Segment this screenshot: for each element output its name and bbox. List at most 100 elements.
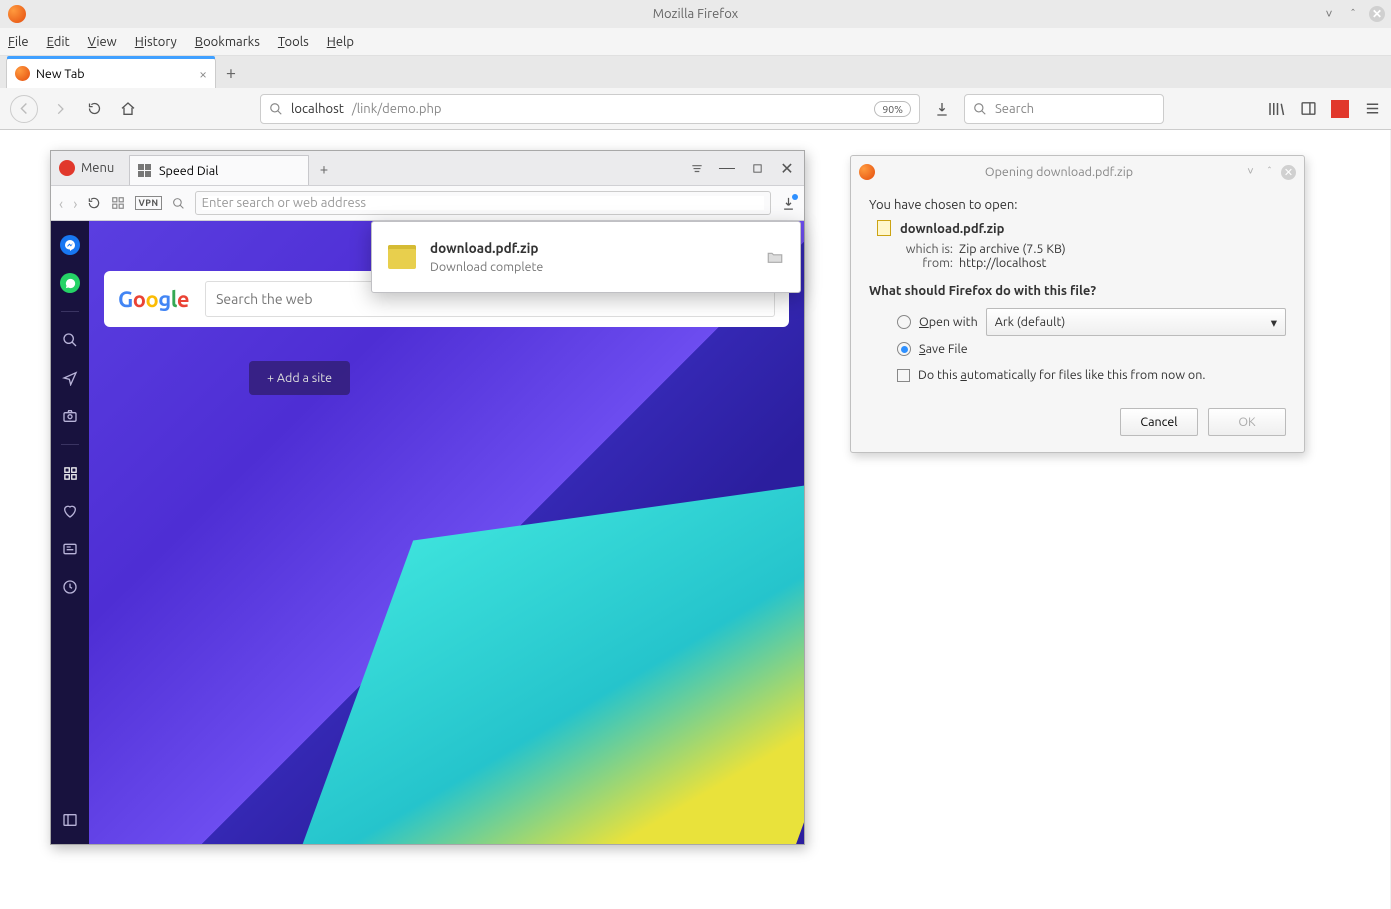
opera-new-tab-button[interactable]: + [309,160,339,177]
snapshot-icon[interactable] [60,406,80,426]
firefox-icon [15,66,30,81]
opera-back-button[interactable]: ‹ [59,195,63,212]
bookmarks-heart-icon[interactable] [60,501,80,521]
dialog-minimize-icon[interactable]: ˅ [1243,165,1258,180]
opera-menu-button[interactable]: Menu [51,151,129,185]
chevron-down-icon: ▾ [1271,315,1277,330]
dialog-titlebar: Opening download.pdf.zip ˅ ˆ ✕ [851,156,1304,188]
menu-file[interactable]: File [8,35,29,49]
opera-downloads-button[interactable] [781,196,796,211]
auto-checkbox[interactable] [897,369,910,382]
opera-tab-label: Speed Dial [159,164,218,178]
messenger-icon[interactable] [60,235,80,255]
menu-edit[interactable]: Edit [47,35,70,49]
opera-close-icon[interactable]: ✕ [776,157,798,179]
auto-label: Do this automatically for files like thi… [918,368,1205,382]
dialog-filename: download.pdf.zip [900,222,1004,236]
search-icon [269,102,283,116]
hamburger-menu-icon[interactable] [1363,100,1381,118]
window-title: Mozilla Firefox [653,7,739,21]
window-maximize-icon[interactable]: ˆ [1345,6,1361,22]
opera-speed-dial: Google + Add a site [89,221,804,844]
vpn-badge[interactable]: VPN [135,196,161,210]
opera-address-bar: ‹ › VPN [51,185,804,221]
speed-dial-icon[interactable] [60,463,80,483]
search-bar[interactable]: Search [964,94,1164,124]
ok-button[interactable]: OK [1208,408,1286,436]
window-titlebar: Mozilla Firefox ˅ ˆ ✕ [0,0,1391,28]
save-file-radio[interactable] [897,342,911,356]
opera-minimize-icon[interactable]: — [716,157,738,179]
search-icon [973,102,987,116]
open-file-dialog: Opening download.pdf.zip ˅ ˆ ✕ You have … [850,155,1305,453]
menu-help[interactable]: Help [327,35,354,49]
add-site-button[interactable]: + Add a site [249,361,350,395]
whatsapp-icon[interactable] [60,273,80,293]
dialog-maximize-icon[interactable]: ˆ [1262,165,1277,180]
open-folder-button[interactable] [766,248,784,266]
menu-tools[interactable]: Tools [278,35,309,49]
opera-sidebar [51,221,89,844]
search-placeholder: Search [995,102,1034,116]
tab-new-tab[interactable]: New Tab × [6,58,216,88]
file-icon [877,220,891,236]
opera-url-input[interactable] [195,191,771,215]
url-bar[interactable]: localhost/link/demo.php 90% [260,94,920,124]
url-host: localhost [291,102,344,116]
reload-button[interactable] [82,97,106,121]
opera-maximize-icon[interactable] [746,157,768,179]
tab-label: New Tab [36,67,85,81]
url-path: /link/demo.php [352,102,442,116]
menu-bookmarks[interactable]: Bookmarks [195,35,260,49]
which-is-label: which is: [897,242,953,256]
library-icon[interactable] [1267,100,1285,118]
open-with-app-select[interactable]: Ark (default) ▾ [986,308,1286,336]
sidebar-setup-icon[interactable] [60,810,80,830]
home-button[interactable] [116,97,140,121]
menu-history[interactable]: History [135,35,177,49]
firefox-icon [859,164,875,180]
separator [61,311,79,312]
tab-close-icon[interactable]: × [199,66,207,82]
opera-menu-label: Menu [81,161,114,175]
folder-icon [388,245,416,269]
menubar: File Edit View History Bookmarks Tools H… [0,28,1391,56]
menu-view[interactable]: View [88,35,117,49]
dialog-prompt: What should Firefox do with this file? [869,284,1286,298]
google-logo: Google [118,287,189,312]
opera-tabs-menu-icon[interactable] [686,157,708,179]
zoom-badge[interactable]: 90% [874,101,911,117]
back-button[interactable] [10,95,38,123]
opera-forward-button[interactable]: › [73,195,77,212]
window-close-icon[interactable]: ✕ [1369,6,1385,22]
opera-tiles-icon[interactable] [111,196,125,210]
sidebar-icon[interactable] [1299,100,1317,118]
open-with-radio[interactable] [897,315,911,329]
app-name: Ark (default) [995,315,1066,329]
opera-window: Menu Speed Dial + — ✕ ‹ › VPN [50,150,805,845]
window-minimize-icon[interactable]: ˅ [1321,6,1337,22]
forward-button[interactable] [48,97,72,121]
downloads-button[interactable] [930,97,954,121]
dialog-intro: You have chosen to open: [869,198,1286,212]
pocket-icon[interactable] [1331,100,1349,118]
new-tab-button[interactable]: + [216,58,246,88]
opera-tab-speed-dial[interactable]: Speed Dial [129,155,309,185]
which-is-value: Zip archive (7.5 KB) [959,242,1066,256]
news-icon[interactable] [60,539,80,559]
separator [61,444,79,445]
toolbar: localhost/link/demo.php 90% Search [0,88,1391,130]
opera-reload-button[interactable] [87,196,101,210]
flow-icon[interactable] [60,368,80,388]
cancel-button[interactable]: Cancel [1120,408,1198,436]
opera-icon [59,160,75,176]
dialog-close-icon[interactable]: ✕ [1281,165,1296,180]
history-icon[interactable] [60,577,80,597]
opera-url-field[interactable] [202,196,764,210]
search-icon [172,197,185,210]
tab-strip: New Tab × + [0,56,1391,88]
search-icon[interactable] [60,330,80,350]
dialog-title: Opening download.pdf.zip [883,165,1235,179]
from-label: from: [897,256,953,270]
open-with-label: Open with [919,315,978,329]
